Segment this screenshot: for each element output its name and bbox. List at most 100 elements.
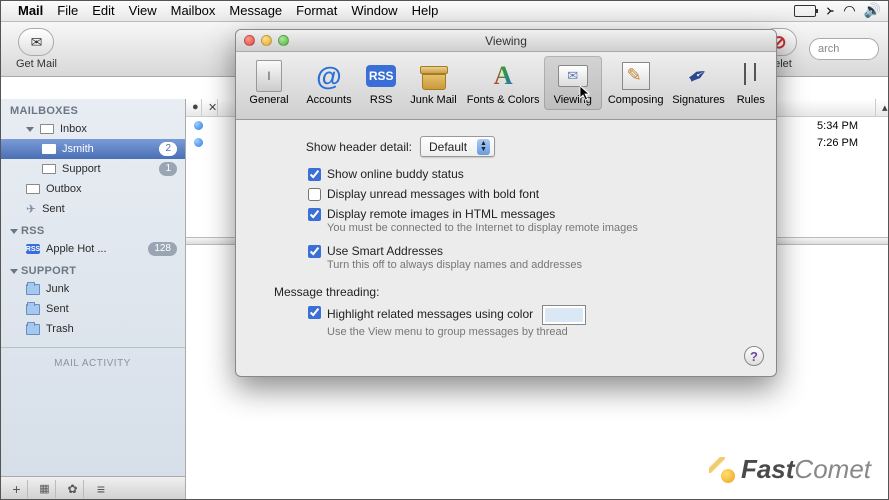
rss-icon: RSS [26,244,40,254]
pref-tab-signatures[interactable]: ✒ Signatures [670,56,728,110]
opt-highlight-threads[interactable]: Highlight related messages using color U… [308,305,752,338]
sidebar-sent[interactable]: ✈ Sent [0,199,185,219]
mailbox-label: Support [62,163,101,175]
folder-label: Trash [46,323,74,335]
opt-buddy-status[interactable]: Show online buddy status [308,167,752,181]
pref-tab-junkmail[interactable]: Junk Mail [404,56,462,110]
checkbox[interactable] [308,306,321,319]
message-time: 5:34 PM [817,120,883,132]
checkbox[interactable] [308,245,321,258]
sidebar-support-sent[interactable]: Sent [0,299,185,319]
battery-icon[interactable] [794,5,816,17]
disclosure-icon [10,269,18,274]
help-button[interactable]: ? [744,346,764,366]
pref-tab-fonts[interactable]: A Fonts & Colors [464,56,541,110]
pref-tab-rules[interactable]: Rules [730,56,773,110]
sidebar-support-trash[interactable]: Trash [0,319,185,339]
flag-column[interactable]: ✕ [202,99,218,116]
pref-tab-composing[interactable]: Composing [604,56,668,110]
folder-label: Sent [46,303,69,315]
sidebar-inbox[interactable]: Inbox [0,119,185,139]
status-column[interactable]: ● [186,99,202,116]
unread-badge: 1 [159,162,177,176]
checkbox[interactable] [308,208,321,221]
unread-dot-icon [194,121,203,130]
get-mail-button[interactable]: ✉ Get Mail [10,28,63,70]
sidebar-support-junk[interactable]: Junk [0,279,185,299]
app-menu[interactable]: Mail [18,3,43,18]
mailboxes-heading: MAILBOXES [0,99,185,119]
opt-bold-unread[interactable]: Display unread messages with bold font [308,187,752,201]
pref-tab-general[interactable]: General [240,56,298,110]
folder-icon [26,284,40,295]
outbox-icon [26,184,40,194]
cursor-icon [580,86,592,102]
sidebar-rss-item[interactable]: RSS Apple Hot ... 128 [0,239,185,259]
preferences-title: Viewing [236,34,776,48]
comet-icon [709,457,735,483]
checkbox[interactable] [308,188,321,201]
outbox-label: Outbox [46,183,81,195]
highlight-color-swatch[interactable] [542,305,586,325]
folder-icon [26,324,40,335]
menu-file[interactable]: File [57,3,78,18]
signature-icon: ✒ [683,58,715,93]
checkbox[interactable] [308,168,321,181]
disclosure-icon [10,229,18,234]
viewing-icon [558,65,588,87]
threading-label: Message threading: [274,285,752,299]
sidebar-inbox-jsmith[interactable]: Jsmith 2 [0,139,185,159]
opt-remote-images[interactable]: Display remote images in HTML messages Y… [308,207,752,234]
search-placeholder: arch [818,43,839,55]
show-hide-button[interactable]: ▦ [34,480,56,498]
unread-badge: 2 [159,142,177,156]
sort-indicator[interactable]: ▴ [876,99,889,116]
pref-tab-rss[interactable]: RSS RSS [360,56,403,110]
rss-icon: RSS [366,65,396,87]
composing-icon [622,62,650,90]
sent-label: Sent [42,203,65,215]
message-time: 7:26 PM [817,137,883,149]
menu-edit[interactable]: Edit [92,3,114,18]
add-button[interactable]: + [6,480,28,498]
preferences-window: Viewing General @ Accounts RSS RSS Junk … [235,29,777,377]
sent-icon: ✈ [26,202,36,216]
general-icon [256,60,282,92]
menu-mailbox[interactable]: Mailbox [171,3,216,18]
get-mail-label: Get Mail [16,58,57,70]
junk-icon [419,62,447,90]
header-detail-select[interactable]: Default ▲▼ [420,136,495,157]
menu-format[interactable]: Format [296,3,337,18]
rss-heading[interactable]: RSS [0,219,185,239]
resize-handle[interactable]: ≡ [90,480,112,498]
opt-highlight-subtext: Use the View menu to group messages by t… [327,326,586,338]
at-icon: @ [316,61,341,92]
search-input[interactable]: arch [809,38,879,60]
rules-icon [738,63,764,89]
menu-message[interactable]: Message [229,3,282,18]
unread-dot-icon [194,138,203,147]
mailbox-label: Jsmith [62,143,94,155]
inbox-icon [40,124,54,134]
mailbox-icon [42,144,56,154]
mailbox-icon [42,164,56,174]
opt-smart-subtext: Turn this off to always display names an… [327,259,582,271]
sidebar-outbox[interactable]: Outbox [0,179,185,199]
header-detail-label: Show header detail: [260,140,420,154]
opt-smart-addresses[interactable]: Use Smart Addresses Turn this off to alw… [308,244,752,271]
support-heading[interactable]: SUPPORT [0,259,185,279]
mail-activity-heading: MAIL ACTIVITY [0,347,185,379]
sidebar-footer: + ▦ ✿ ≡ [0,476,185,500]
wifi-icon[interactable]: ◠ [843,2,853,19]
pref-tab-viewing[interactable]: Viewing [544,56,602,110]
menu-help[interactable]: Help [412,3,439,18]
pref-tab-accounts[interactable]: @ Accounts [300,56,358,110]
system-menubar: Mail File Edit View Mailbox Message Form… [0,0,889,22]
menu-view[interactable]: View [129,3,157,18]
action-menu-button[interactable]: ✿ [62,480,84,498]
volume-icon[interactable]: 🔊 [864,2,881,19]
preferences-titlebar[interactable]: Viewing [236,30,776,52]
sidebar-inbox-support[interactable]: Support 1 [0,159,185,179]
menu-window[interactable]: Window [351,3,397,18]
bluetooth-icon[interactable]: ᚛ [826,2,833,19]
